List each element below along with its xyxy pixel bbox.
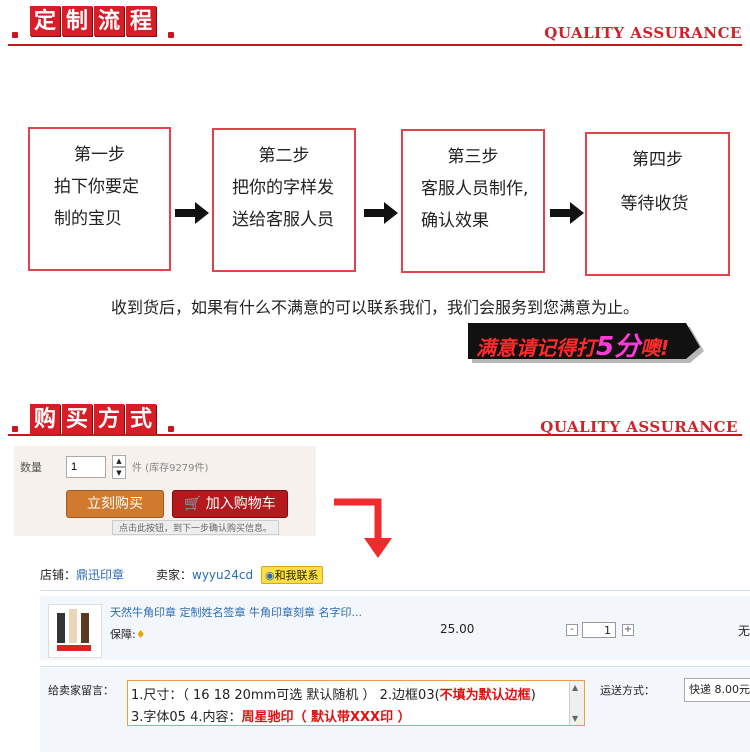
section-header-custom-process: 定 制 流 程 QUALITY ASSURANCE xyxy=(8,0,742,48)
chat-icon: ◉ xyxy=(264,569,275,582)
price: 25.00 xyxy=(440,622,475,636)
product-thumbnail[interactable] xyxy=(48,604,102,658)
section-title: 购 买 方 式 xyxy=(30,404,156,434)
cart-icon: 🛒 xyxy=(184,496,202,512)
title-char: 定 xyxy=(30,6,60,36)
shop-row: 店铺：鼎迅印章 xyxy=(40,566,124,583)
banner-text-pre: 满意请记得打 xyxy=(476,336,596,360)
message-text: 1.尺寸：（ 16 18 20mm可选 默认随机 ） 2.边框03( xyxy=(131,688,440,703)
order-quantity-input[interactable]: 1 xyxy=(582,622,616,638)
seal-shape xyxy=(57,645,91,651)
message-text: ) xyxy=(530,688,536,703)
buy-hint: 点击此按钮，到下一步确认购买信息。 xyxy=(112,520,280,535)
divider xyxy=(8,434,742,436)
banner-text-score: 5分 xyxy=(596,332,641,362)
step-line: 等待收货 xyxy=(620,194,689,214)
step-line: 制的宝贝 xyxy=(54,209,122,229)
quantity-label: 数量 xyxy=(20,461,42,474)
service-note: 收到货后，如果有什么不满意的可以联系我们，我们会服务到您满意为止。 xyxy=(110,298,639,317)
shop-label: 店铺： xyxy=(40,568,77,582)
step-body: 拍下你要定 制的宝贝 xyxy=(54,171,163,235)
purchase-panel: 数量 ▲ ▼ 件 (库存9279件) 立刻购买 🛒加入购物车 点击此按钮，到下一… xyxy=(14,446,316,536)
step-line: 客服人员制作, xyxy=(421,179,529,199)
message-text-red: 不填为默认边框 xyxy=(439,688,531,703)
quantity-up-icon[interactable]: ▲ xyxy=(112,455,126,467)
step-line: 送给客服人员 xyxy=(232,210,334,230)
shipping-select[interactable]: 快递 8.00元 xyxy=(684,678,750,702)
guarantee-icon: ♦ xyxy=(135,628,146,641)
quantity-down-icon[interactable]: ▼ xyxy=(112,467,126,479)
title-char: 方 xyxy=(94,404,124,434)
step-line: 拍下你要定 xyxy=(54,177,139,197)
arrow-right-icon xyxy=(175,202,209,224)
message-text-red: 周星驰印（ 默认带XXX印 ） xyxy=(241,710,411,725)
banner-text: 满意请记得打5分噢! xyxy=(476,326,669,363)
shop-link[interactable]: 鼎迅印章 xyxy=(76,568,124,582)
separator xyxy=(40,590,750,591)
step-2: 第二步 把你的字样发 送给客服人员 xyxy=(212,128,356,272)
separator xyxy=(40,666,750,667)
title-char: 购 xyxy=(30,404,60,434)
arrow-down-icon xyxy=(334,498,392,558)
title-char: 程 xyxy=(126,6,156,36)
section-header-purchase-method: 购 买 方 式 QUALITY ASSURANCE xyxy=(8,394,742,442)
seal-shape xyxy=(81,613,89,643)
banner-text-post: 噢! xyxy=(640,336,670,360)
step-body: 客服人员制作, 确认效果 xyxy=(421,173,537,237)
step-line: 把你的字样发 xyxy=(232,178,334,198)
truncated-cell: 无 xyxy=(738,624,750,638)
seller-label: 卖家： xyxy=(156,568,193,582)
buy-now-button[interactable]: 立刻购买 xyxy=(66,490,164,518)
step-3: 第三步 客服人员制作, 确认效果 xyxy=(401,129,545,273)
rating-banner: 满意请记得打5分噢! xyxy=(468,323,708,367)
scroll-down-icon[interactable]: ▼ xyxy=(572,714,578,723)
shipping-label: 运送方式： xyxy=(600,684,655,697)
guarantee-label: 保障: xyxy=(110,628,136,641)
step-title: 第三步 xyxy=(447,147,499,167)
step-title: 第四步 xyxy=(632,150,683,170)
message-text: 3.字体05 4.内容： xyxy=(131,710,242,725)
title-char: 制 xyxy=(62,6,92,36)
section-title: 定 制 流 程 xyxy=(30,6,156,36)
product-row: 天然牛角印章 定制姓名签章 牛角印章刻章 名字印... 保障:♦ 25.00 -… xyxy=(40,596,750,660)
message-label: 给卖家留言： xyxy=(48,684,114,697)
scrollbar[interactable]: ▲ ▼ xyxy=(569,681,584,725)
bullet-dot xyxy=(168,426,174,432)
quantity-input[interactable] xyxy=(66,456,106,478)
step-body: 等待收货 xyxy=(587,188,722,220)
bullet-dot xyxy=(168,32,174,38)
stock-text: 件 (库存9279件) xyxy=(132,463,209,474)
bullet-dot xyxy=(12,426,18,432)
message-line-1: 1.尺寸：（ 16 18 20mm可选 默认随机 ） 2.边框03(不填为默认边… xyxy=(131,684,536,703)
add-to-cart-button[interactable]: 🛒 加入购物车 xyxy=(172,490,288,518)
step-title: 第一步 xyxy=(74,145,125,165)
scroll-up-icon[interactable]: ▲ xyxy=(572,683,578,692)
seal-shape xyxy=(69,609,77,643)
add-to-cart-label: 加入购物车 xyxy=(205,496,276,512)
quantity-plus-button[interactable]: + xyxy=(622,624,634,636)
step-body: 把你的字样发 送给客服人员 xyxy=(232,172,348,236)
title-char: 流 xyxy=(94,6,124,36)
step-line: 确认效果 xyxy=(421,211,489,231)
arrow-right-icon xyxy=(364,202,398,224)
step-title: 第二步 xyxy=(258,146,310,166)
contact-label: 和我联系 xyxy=(274,569,319,582)
seller-link[interactable]: wyyu24cd xyxy=(192,568,253,582)
step-1: 第一步 拍下你要定 制的宝贝 xyxy=(28,127,171,271)
title-char: 式 xyxy=(126,404,156,434)
seller-row: 卖家：wyyu24cd ◉和我联系 xyxy=(156,566,323,584)
seller-message-textarea[interactable]: 1.尺寸：（ 16 18 20mm可选 默认随机 ） 2.边框03(不填为默认边… xyxy=(127,680,585,726)
guarantee-row: 保障:♦ xyxy=(110,626,146,642)
title-char: 买 xyxy=(62,404,92,434)
divider xyxy=(8,44,742,46)
bullet-dot xyxy=(12,32,18,38)
arrow-right-icon xyxy=(550,202,584,224)
contact-button[interactable]: ◉和我联系 xyxy=(260,566,323,584)
message-line-2: 3.字体05 4.内容：周星驰印（ 默认带XXX印 ） xyxy=(131,706,411,725)
quality-assurance-label: QUALITY ASSURANCE xyxy=(544,24,742,42)
quantity-minus-button[interactable]: - xyxy=(566,624,578,636)
step-4: 第四步 等待收货 xyxy=(585,132,730,276)
seal-shape xyxy=(57,613,65,643)
product-title-link[interactable]: 天然牛角印章 定制姓名签章 牛角印章刻章 名字印... xyxy=(110,604,362,620)
